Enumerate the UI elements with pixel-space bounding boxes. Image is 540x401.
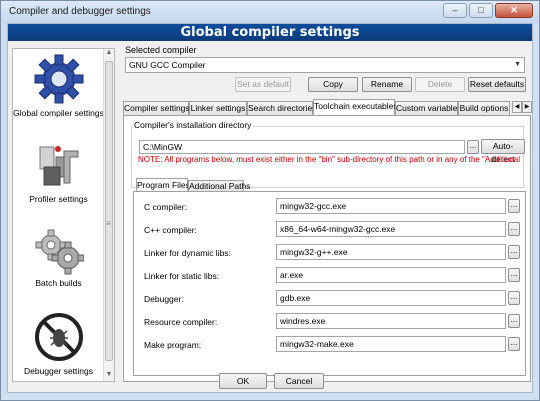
sidebar-scrollbar[interactable]: ▲ ≡ ▼ bbox=[103, 49, 114, 381]
sidebar-item-label: Global compiler settings bbox=[13, 108, 104, 118]
c-compiler-label: C compiler: bbox=[144, 202, 187, 212]
settings-window: Compiler and debugger settings – □ ✕ Glo… bbox=[0, 0, 540, 401]
scrollbar-thumb[interactable] bbox=[105, 61, 113, 361]
sidebar-item-label: Batch builds bbox=[35, 278, 82, 288]
tab-build-options[interactable]: Build options bbox=[458, 101, 510, 115]
scroll-down-icon[interactable]: ▼ bbox=[104, 371, 114, 381]
tab-linker-settings[interactable]: Linker settings bbox=[189, 101, 247, 115]
batch-gears-icon bbox=[35, 229, 84, 275]
maximize-button[interactable]: □ bbox=[469, 3, 493, 18]
tab-program-files[interactable]: Program Files bbox=[136, 178, 190, 192]
install-dir-browse-button[interactable]: ... bbox=[467, 140, 479, 154]
c-compiler-input[interactable]: mingw32-gcc.exe bbox=[276, 198, 506, 214]
dynamic-linker-label: Linker for dynamic libs: bbox=[144, 248, 231, 258]
resource-compiler-label: Resource compiler: bbox=[144, 317, 218, 327]
cpp-compiler-label: C++ compiler: bbox=[144, 225, 197, 235]
page-title: Global compiler settings bbox=[8, 24, 532, 41]
tab-search-directories[interactable]: Search directories bbox=[247, 101, 317, 115]
delete-button[interactable]: Delete bbox=[415, 77, 465, 92]
cpp-compiler-browse-button[interactable]: ... bbox=[508, 222, 520, 236]
window-title: Compiler and debugger settings bbox=[9, 6, 151, 17]
dynamic-linker-browse-button[interactable]: ... bbox=[508, 245, 520, 259]
dialog-client: Global compiler settings Global compiler… bbox=[7, 23, 533, 393]
compiler-select-value: GNU GCC Compiler bbox=[129, 60, 206, 70]
make-program-label: Make program: bbox=[144, 340, 202, 350]
install-dir-label-overlay: Compiler's installation directory bbox=[132, 120, 254, 130]
selected-compiler-label: Selected compiler bbox=[125, 45, 197, 55]
settings-category-list: Global compiler settings Profiler settin… bbox=[12, 48, 115, 382]
sidebar-item-label: Debugger settings bbox=[24, 366, 93, 376]
sidebar-item-profiler[interactable]: Profiler settings bbox=[13, 143, 104, 204]
sidebar-item-batch-builds[interactable]: Batch builds bbox=[13, 225, 104, 288]
static-linker-browse-button[interactable]: ... bbox=[508, 268, 520, 282]
reset-defaults-button[interactable]: Reset defaults bbox=[468, 77, 526, 92]
debugger-browse-button[interactable]: ... bbox=[508, 291, 520, 305]
static-linker-label: Linker for static libs: bbox=[144, 271, 220, 281]
debugger-label: Debugger: bbox=[144, 294, 184, 304]
program-files-panel: C compiler: mingw32-gcc.exe ... C++ comp… bbox=[133, 191, 526, 376]
rename-button[interactable]: Rename bbox=[362, 77, 412, 92]
static-linker-input[interactable]: ar.exe bbox=[276, 267, 506, 283]
gear-icon bbox=[34, 54, 83, 104]
copy-button[interactable]: Copy bbox=[308, 77, 358, 92]
resource-compiler-browse-button[interactable]: ... bbox=[508, 314, 520, 328]
cpp-compiler-input[interactable]: x86_64-w64-mingw32-gcc.exe bbox=[276, 221, 506, 237]
grip-icon: ≡ bbox=[106, 219, 111, 228]
sidebar-item-label: Profiler settings bbox=[29, 194, 88, 204]
install-dir-note: NOTE: All programs below, must exist eit… bbox=[138, 155, 521, 164]
make-program-input[interactable]: mingw32-make.exe bbox=[276, 336, 506, 352]
debugger-input[interactable]: gdb.exe bbox=[276, 290, 506, 306]
tab-toolchain-executables[interactable]: Toolchain executables bbox=[313, 99, 398, 116]
tab-scroll-right-icon[interactable]: ▶ bbox=[522, 101, 532, 113]
make-program-browse-button[interactable]: ... bbox=[508, 337, 520, 351]
sidebar-item-global-compiler[interactable]: Global compiler settings bbox=[13, 53, 104, 118]
cancel-button[interactable]: Cancel bbox=[274, 373, 324, 389]
title-bar[interactable]: Compiler and debugger settings – □ ✕ bbox=[1, 1, 539, 23]
tab-scroll-left-icon[interactable]: ◀ bbox=[512, 101, 522, 113]
auto-detect-button[interactable]: Auto-detect bbox=[481, 139, 525, 164]
close-button[interactable]: ✕ bbox=[495, 3, 533, 18]
chevron-down-icon: ▼ bbox=[514, 61, 521, 68]
debugger-bug-icon bbox=[34, 313, 83, 361]
compiler-select[interactable]: GNU GCC Compiler ▼ bbox=[125, 57, 525, 73]
sidebar-item-debugger[interactable]: Debugger settings bbox=[13, 311, 104, 376]
set-as-default-button[interactable]: Set as default bbox=[235, 77, 291, 92]
resource-compiler-input[interactable]: windres.exe bbox=[276, 313, 506, 329]
minimize-button[interactable]: – bbox=[443, 3, 467, 18]
tab-compiler-settings[interactable]: Compiler settings bbox=[123, 101, 190, 115]
c-compiler-browse-button[interactable]: ... bbox=[508, 199, 520, 213]
install-dir-input[interactable]: C:\MinGW bbox=[139, 140, 465, 154]
scroll-up-icon[interactable]: ▲ bbox=[104, 49, 114, 59]
profiler-icon bbox=[39, 146, 78, 186]
ok-button[interactable]: OK bbox=[219, 373, 267, 389]
dynamic-linker-input[interactable]: mingw32-g++.exe bbox=[276, 244, 506, 260]
tab-custom-variables[interactable]: Custom variables bbox=[395, 101, 462, 115]
